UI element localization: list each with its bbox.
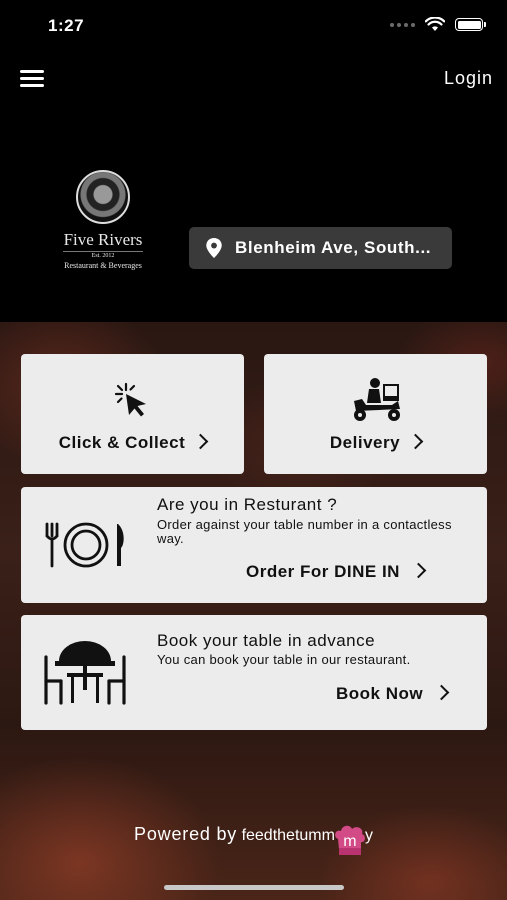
- cursor-click-icon: [114, 382, 146, 417]
- dine-in-description: Order against your table number in a con…: [157, 517, 452, 546]
- brand-text-start: feedthetumm: [241, 827, 335, 844]
- location-text: Blenheim Ave, South...: [235, 238, 432, 257]
- book-now-label: Book Now: [336, 684, 424, 703]
- book-table-heading: Book your table in advance: [157, 631, 376, 650]
- book-table-card[interactable]: Book your table in advance You can book …: [21, 615, 487, 730]
- plate-cutlery-icon: [45, 522, 124, 568]
- brand-logo[interactable]: feedthetumm m y: [241, 825, 373, 855]
- wifi-icon: [425, 17, 445, 31]
- location-pin-icon: [206, 238, 222, 258]
- location-selector[interactable]: Blenheim Ave, South...: [189, 227, 452, 269]
- chevron-right-icon: [192, 433, 209, 450]
- logo-tagline: Restaurant & Beverages: [64, 261, 142, 270]
- table-chairs-icon: [44, 641, 126, 705]
- delivery-card[interactable]: Delivery: [264, 354, 487, 474]
- brand-text-mid: m: [343, 833, 357, 850]
- delivery-title: Delivery: [264, 433, 487, 453]
- delivery-scooter-icon: [354, 378, 400, 421]
- restaurant-logo: Five Rivers Est. 2012 Restaurant & Bever…: [50, 170, 156, 270]
- home-indicator: [164, 885, 344, 890]
- hamburger-icon[interactable]: [20, 70, 44, 88]
- book-now-action[interactable]: Book Now: [336, 684, 450, 704]
- logo-emblem: [76, 170, 130, 224]
- top-bar: Login: [0, 60, 507, 100]
- chef-hat-icon: m: [333, 825, 367, 865]
- login-button[interactable]: Login: [444, 68, 493, 89]
- dine-in-heading: Are you in Resturant ?: [157, 495, 338, 514]
- status-icons: [390, 17, 486, 32]
- chevron-right-icon: [407, 433, 424, 450]
- dine-in-card[interactable]: Are you in Resturant ? Order against you…: [21, 487, 487, 603]
- signal-icon: [390, 22, 415, 27]
- footer-powered-by: Powered by feedthetumm m y: [0, 824, 507, 865]
- powered-by-text: Powered by: [134, 824, 238, 844]
- click-collect-label: Click & Collect: [58, 433, 186, 452]
- chevron-right-icon: [410, 562, 427, 579]
- dine-in-action[interactable]: Order For DINE IN: [246, 562, 427, 582]
- logo-name: Five Rivers: [63, 230, 143, 249]
- chevron-right-icon: [433, 684, 450, 701]
- status-time: 1:27: [48, 16, 85, 35]
- delivery-label: Delivery: [329, 433, 401, 452]
- click-collect-title: Click & Collect: [21, 433, 244, 453]
- click-collect-card[interactable]: Click & Collect: [21, 354, 244, 474]
- logo-established: Est. 2012: [63, 251, 143, 259]
- battery-icon: [455, 18, 486, 31]
- status-bar: 1:27: [0, 0, 507, 54]
- book-table-description: You can book your table in our restauran…: [157, 652, 411, 667]
- dine-in-action-label: Order For DINE IN: [246, 562, 400, 581]
